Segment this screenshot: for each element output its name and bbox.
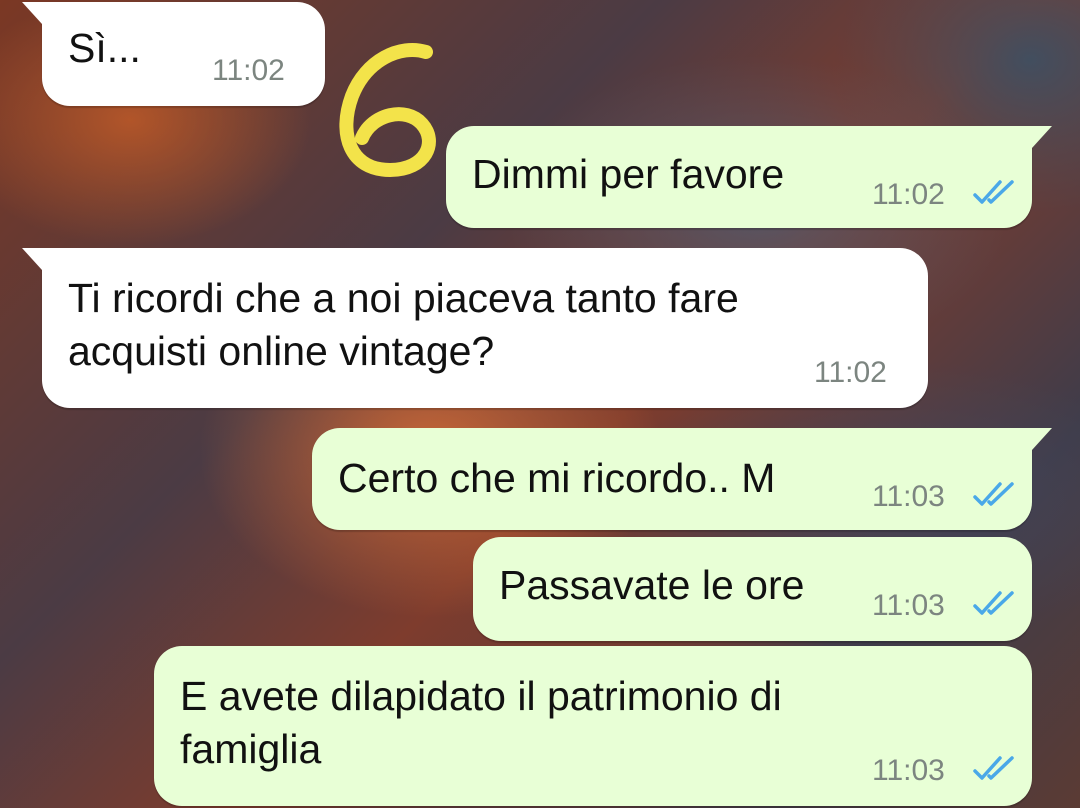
message-text: E avete dilapidato il patrimonio di fami… <box>180 673 782 772</box>
handwritten-six-icon <box>339 43 436 177</box>
message-timestamp: 11:03 <box>872 754 945 787</box>
message-timestamp: 11:02 <box>212 54 285 87</box>
message-bubble-outgoing[interactable]: Passavate le ore 11:03 <box>473 537 1032 641</box>
message-bubble-outgoing[interactable]: Dimmi per favore 11:02 <box>446 126 1052 228</box>
double-check-read-icon <box>973 591 1014 615</box>
message-timestamp: 11:02 <box>814 356 887 389</box>
message-bubble-incoming[interactable]: Sì... 11:02 <box>22 2 325 106</box>
message-timestamp: 11:02 <box>872 178 945 211</box>
message-bubble-incoming[interactable]: Ti ricordi che a noi piaceva tanto fare … <box>22 248 928 408</box>
chat-background: Sì... 11:02 Dimmi per favore 11:02 Ti ri… <box>0 0 1080 808</box>
message-text: Sì... <box>68 25 141 71</box>
message-text: Ti ricordi che a noi piaceva tanto fare … <box>68 275 739 374</box>
double-check-read-icon <box>973 482 1014 506</box>
message-text: Dimmi per favore <box>472 151 785 197</box>
message-timestamp: 11:03 <box>872 589 945 622</box>
message-text: Passavate le ore <box>499 562 805 608</box>
message-bubble-outgoing[interactable]: Certo che mi ricordo.. M 11:03 <box>312 428 1052 530</box>
message-text: Certo che mi ricordo.. M <box>338 455 776 501</box>
double-check-read-icon <box>973 756 1014 780</box>
message-timestamp: 11:03 <box>872 480 945 513</box>
message-bubble-outgoing[interactable]: E avete dilapidato il patrimonio di fami… <box>154 646 1032 806</box>
double-check-read-icon <box>973 180 1014 204</box>
